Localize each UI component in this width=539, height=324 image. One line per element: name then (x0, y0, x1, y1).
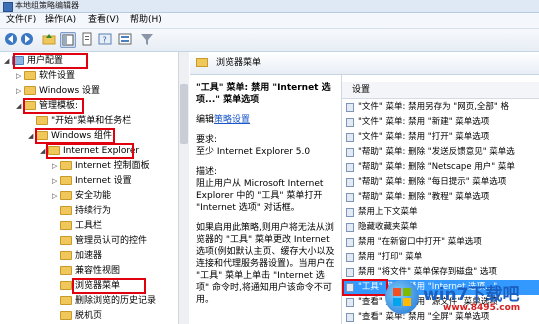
settings-column-header[interactable]: 设置 (342, 82, 539, 99)
folder-icon (60, 281, 72, 290)
watermark: win7下载吧 www.8495.com (385, 278, 535, 318)
tree-node-start-menu[interactable]: "开始"菜单和任务栏 (28, 114, 131, 128)
requirements-value: 至少 Internet Explorer 5.0 (196, 147, 311, 157)
tree-node-toolbars[interactable]: 工具栏 (60, 219, 102, 233)
watermark-url: www.8495.com (443, 303, 521, 313)
folder-icon (60, 236, 72, 245)
edit-policy-link[interactable]: 策略设置 (214, 115, 250, 125)
requirements-label: 要求: (196, 135, 218, 145)
windows-logo-icon (385, 280, 419, 314)
folder-icon (60, 191, 72, 200)
description-label: 描述: (196, 167, 218, 177)
tree-node-admin-approved-controls[interactable]: 管理员认可的控件 (60, 234, 147, 248)
folder-icon (60, 266, 72, 275)
policy-setting-icon (346, 118, 354, 127)
policy-setting-icon (346, 193, 354, 202)
folder-icon (36, 116, 48, 125)
policy-setting-icon (346, 133, 354, 142)
highlight-windows-components (35, 128, 115, 144)
tree-node-delete-history[interactable]: 删除浏览的历史记录 (60, 294, 156, 308)
tree-node-accelerators[interactable]: 加速器 (60, 249, 102, 263)
policy-setting-icon (346, 223, 354, 232)
filter-icon[interactable] (140, 32, 154, 46)
view-icon[interactable] (118, 32, 132, 46)
menu-view[interactable]: 查看(V) (88, 13, 119, 28)
tree-node-offline-pages[interactable]: 脱机页 (60, 309, 102, 323)
app-icon (3, 2, 13, 12)
description-more: 如果启用此策略,则用户将无法从浏览器的 "工具" 菜单更改 Internet 选… (196, 223, 335, 305)
tree-node-compat-view[interactable]: 兼容性视图 (60, 264, 120, 278)
properties-icon[interactable] (80, 32, 94, 46)
show-hide-tree-icon[interactable] (60, 32, 76, 48)
menu-action[interactable]: 操作(A) (45, 13, 76, 28)
details-header: 浏览器菜单 (190, 52, 539, 75)
edit-prefix: 编辑 (196, 115, 215, 125)
folder-icon (60, 161, 72, 170)
tree-node-software-settings[interactable]: ▷ 软件设置 (16, 69, 75, 83)
highlight-internet-explorer (46, 143, 134, 159)
up-folder-icon[interactable] (42, 32, 56, 46)
scrollbar-thumb[interactable] (180, 84, 188, 144)
folder-icon (24, 86, 36, 95)
list-item[interactable]: "帮助" 菜单: 删除 "教程" 菜单选项 (342, 190, 539, 205)
policy-setting-icon (346, 148, 354, 157)
highlight-admin-templates (23, 98, 84, 114)
folder-icon (196, 58, 208, 67)
folder-icon (60, 206, 72, 215)
policy-setting-icon (346, 313, 354, 322)
menu-help[interactable]: 帮助(H) (130, 13, 162, 28)
list-item[interactable]: "帮助" 菜单: 删除 "发送反馈意见" 菜单选 (342, 145, 539, 160)
tree-node-internet-settings[interactable]: ▷ Internet 设置 (52, 174, 132, 188)
list-item[interactable]: 隐藏收藏夹菜单 (342, 220, 539, 235)
policy-setting-icon (346, 298, 354, 307)
highlight-tools-options (342, 279, 388, 296)
forward-icon[interactable] (20, 32, 34, 46)
details-header-title: 浏览器菜单 (216, 58, 262, 68)
window-title: 本地组策略编辑器 (15, 1, 79, 10)
policy-setting-icon (346, 268, 354, 277)
folder-icon (60, 296, 72, 305)
list-item[interactable]: "文件" 菜单: 禁用 "打开" 菜单选项 (342, 130, 539, 145)
highlight-user-config (13, 53, 88, 69)
description-text: 阻止用户从 Microsoft Internet Explorer 中的 "工具… (196, 179, 324, 213)
policy-title: "工具" 菜单: 禁用 "Internet 选项..." 菜单选项 (196, 83, 331, 105)
toolbar: ? (0, 29, 539, 52)
tree-node-persistence[interactable]: 持续行为 (60, 204, 111, 218)
folder-icon (60, 311, 72, 320)
folder-icon (60, 221, 72, 230)
back-icon[interactable] (4, 32, 18, 46)
list-item[interactable]: "帮助" 菜单: 删除 "每日提示" 菜单选项 (342, 175, 539, 190)
folder-icon (60, 176, 72, 185)
list-item[interactable]: "文件" 菜单: 禁用另存为 "网页,全部" 格 (342, 100, 539, 115)
tree-pane: ◢ 用户配置 ▷ 软件设置 ▷ Windows 设置 ◢ 管理模板: "开始"菜单和任务… (0, 52, 178, 324)
list-item[interactable]: "帮助" 菜单: 删除 "Netscape 用户" 菜单 (342, 160, 539, 175)
tree-node-windows-settings[interactable]: ▷ Windows 设置 (16, 84, 100, 98)
menu-file[interactable]: 文件(F) (6, 13, 36, 28)
list-item[interactable]: 禁用上下文菜单 (342, 205, 539, 220)
tree-node-security-features[interactable]: ▷ 安全功能 (52, 189, 111, 203)
policy-setting-icon (346, 208, 354, 217)
folder-icon (24, 71, 36, 80)
policy-setting-icon (346, 238, 354, 247)
svg-text:?: ? (103, 36, 107, 45)
policy-setting-icon (346, 163, 354, 172)
watermark-brand: win7下载吧 (423, 285, 520, 305)
title-bar: 本地组策略编辑器 (0, 0, 539, 13)
list-item[interactable]: 禁用 "打印" 菜单 (342, 250, 539, 265)
policy-setting-icon (346, 103, 354, 112)
tree-scrollbar[interactable] (178, 52, 189, 324)
tree-node-internet-control-panel[interactable]: ▷ Internet 控制面板 (52, 159, 150, 173)
highlight-browser-menus (72, 278, 146, 294)
list-item[interactable]: "文件" 菜单: 禁用 "新建" 菜单选项 (342, 115, 539, 130)
policy-setting-icon (346, 253, 354, 262)
list-item[interactable]: 禁用 "在新窗口中打开" 菜单选项 (342, 235, 539, 250)
policy-setting-icon (346, 178, 354, 187)
menu-bar: 文件(F) 操作(A) 查看(V) 帮助(H) (0, 13, 539, 29)
policy-description: "工具" 菜单: 禁用 "Internet 选项..." 菜单选项 编辑策略设置… (196, 82, 336, 314)
folder-icon (60, 251, 72, 260)
help-icon[interactable]: ? (98, 32, 112, 46)
